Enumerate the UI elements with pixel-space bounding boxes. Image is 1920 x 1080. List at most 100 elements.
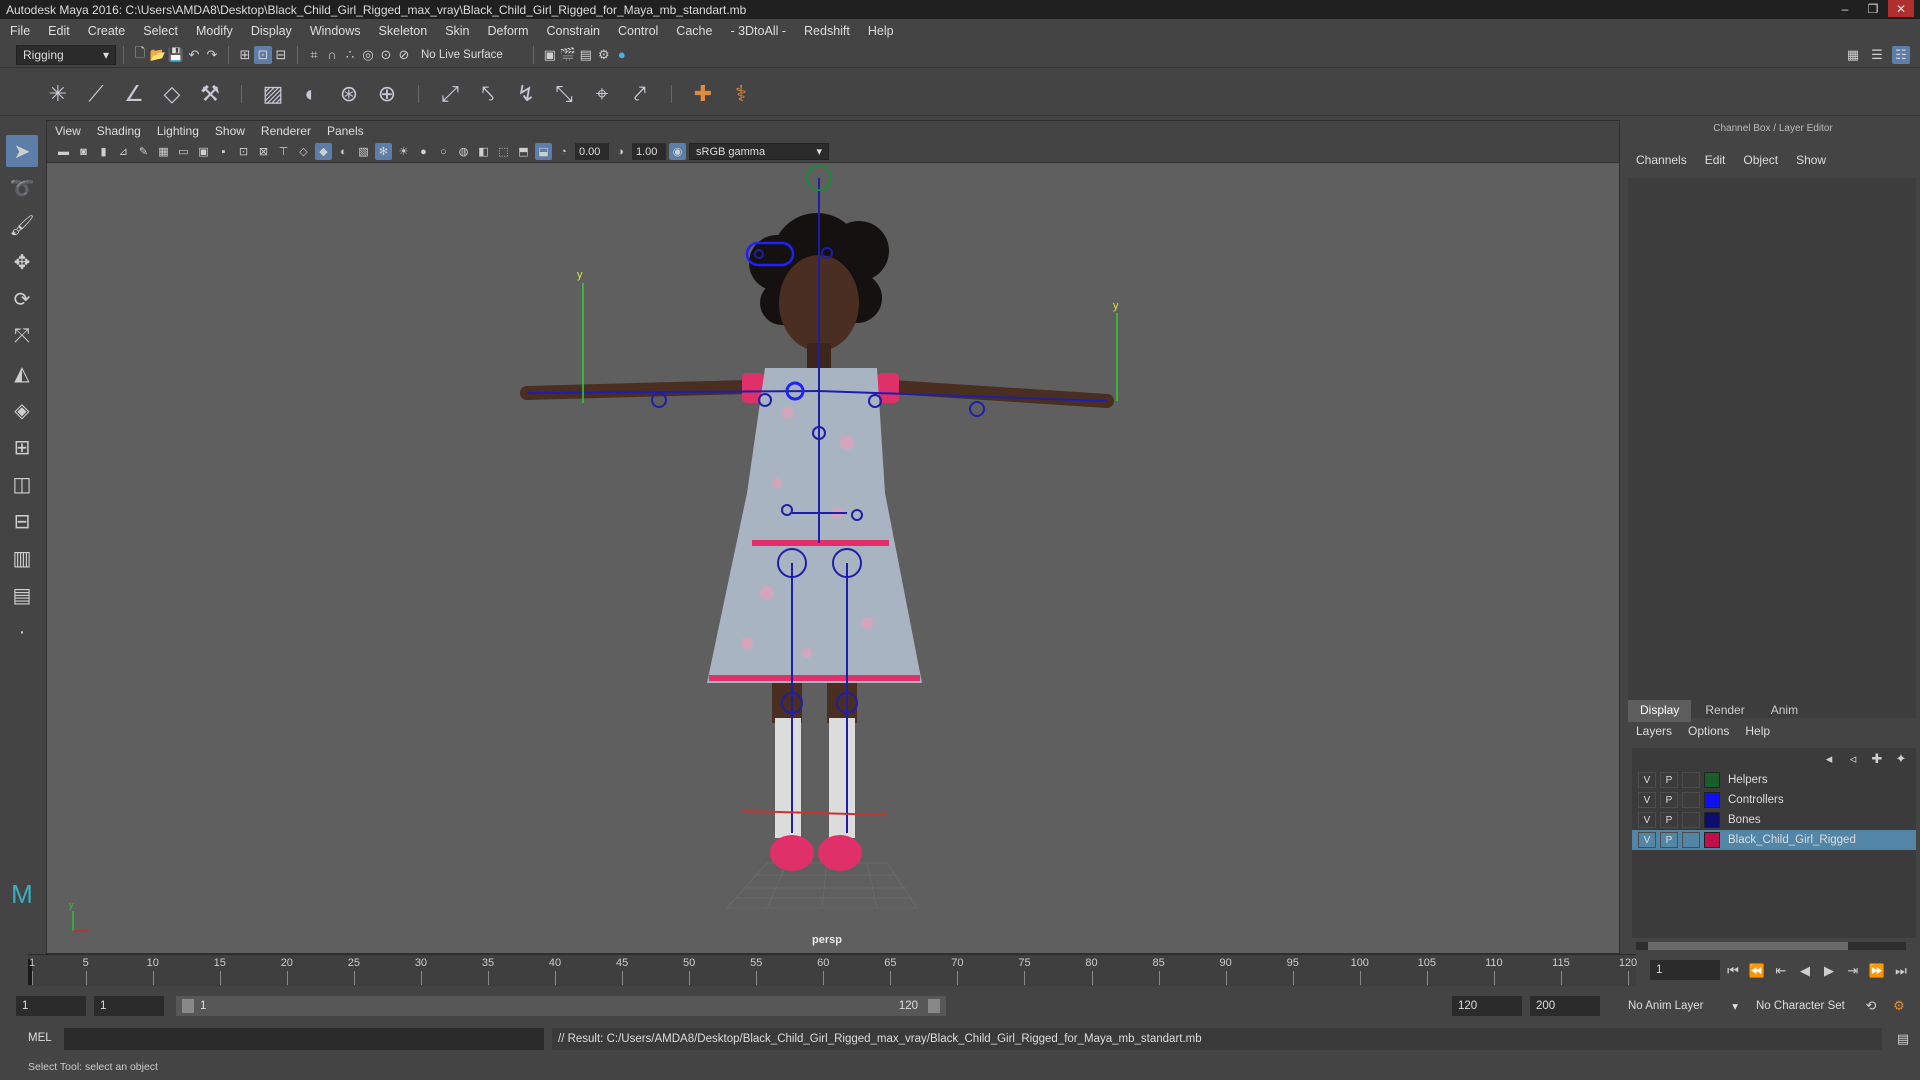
anim-layer-dropdown[interactable]: No Anim Layer ▾ <box>1622 996 1742 1016</box>
persp-outliner-icon[interactable]: ⊟ <box>6 505 38 537</box>
maximize-button[interactable]: ❐ <box>1860 0 1886 17</box>
playback-end-field[interactable]: 120 <box>1452 996 1522 1016</box>
wireframe-icon[interactable]: ◇ <box>295 143 312 160</box>
panel-menu-show[interactable]: Show <box>215 124 245 138</box>
move-layer-down-icon[interactable]: ◃ <box>1844 750 1862 768</box>
orient-constraint-icon[interactable]: ⤣ <box>474 80 502 108</box>
select-object-icon[interactable]: ⊡ <box>254 45 272 64</box>
tab-display[interactable]: Display <box>1628 700 1692 722</box>
more-layouts-icon[interactable]: · <box>6 616 38 648</box>
live-surface-label[interactable]: No Live Surface <box>421 49 503 61</box>
script-editor-icon[interactable]: ▤ <box>1894 1030 1912 1048</box>
menu-control[interactable]: Control <box>618 24 658 38</box>
playback-toggle[interactable]: P <box>1660 792 1678 808</box>
safe-title-icon[interactable]: ⊤ <box>275 143 292 160</box>
safe-action-icon[interactable]: ⊠ <box>255 143 272 160</box>
menu-skin[interactable]: Skin <box>445 24 469 38</box>
pole-vector-icon[interactable]: ⤤ <box>626 80 654 108</box>
visibility-toggle[interactable]: V <box>1638 832 1656 848</box>
view-transform-dropdown[interactable]: sRGB gamma ▾ <box>689 143 829 160</box>
aim-constraint-icon[interactable]: ↯ <box>512 80 540 108</box>
3d-viewport[interactable]: y y y persp <box>47 163 1619 953</box>
new-layer-icon[interactable]: ✚ <box>1868 750 1886 768</box>
menu-help[interactable]: Help <box>868 24 894 38</box>
menu-skeleton[interactable]: Skeleton <box>379 24 428 38</box>
isolate-select-icon[interactable]: ◧ <box>475 143 492 160</box>
select-component-icon[interactable]: ⊟ <box>272 46 290 64</box>
depth-peeling-icon[interactable]: ⬓ <box>535 143 552 160</box>
cb-menu-channels[interactable]: Channels <box>1636 153 1687 167</box>
panel-menu-shading[interactable]: Shading <box>97 124 141 138</box>
cb-menu-object[interactable]: Object <box>1743 153 1778 167</box>
attribute-editor-icon[interactable]: ▦ <box>1844 46 1862 64</box>
layer-row-selected[interactable]: V P Black_Child_Girl_Rigged <box>1632 830 1916 850</box>
menu-file[interactable]: File <box>10 24 30 38</box>
color-management-icon[interactable]: ◉ <box>669 143 686 160</box>
layer-row[interactable]: V P Helpers <box>1632 770 1916 790</box>
menu-display[interactable]: Display <box>251 24 292 38</box>
default-light-icon[interactable]: ◐ <box>335 143 352 160</box>
gamma-field[interactable]: 1.00 <box>632 143 666 160</box>
point-constraint-icon[interactable]: ⤢ <box>436 80 464 108</box>
layer-color-swatch[interactable] <box>1704 832 1720 848</box>
hypershade-icon[interactable]: ● <box>613 46 631 64</box>
xray-joints-icon[interactable]: ✻ <box>375 143 392 160</box>
cb-menu-show[interactable]: Show <box>1796 153 1826 167</box>
exposure-icon[interactable]: ◔ <box>555 143 572 160</box>
field-chart-icon[interactable]: ⊡ <box>235 143 252 160</box>
range-slider[interactable]: 1 120 <box>176 996 946 1016</box>
command-input[interactable] <box>64 1028 544 1050</box>
backface-icon[interactable]: ⬒ <box>515 143 532 160</box>
scale-constraint-icon[interactable]: ⤡ <box>550 80 578 108</box>
time-ruler[interactable]: 1 5 10 15 20 25 30 35 40 45 50 55 60 65 70 75 80 85 90 95 10… <box>28 954 1637 986</box>
layer-row[interactable]: V P Bones <box>1632 810 1916 830</box>
step-back-frame-icon[interactable]: ⏪ <box>1748 962 1766 980</box>
playback-toggle[interactable]: P <box>1660 772 1678 788</box>
menu-deform[interactable]: Deform <box>488 24 529 38</box>
layer-menu-options[interactable]: Options <box>1688 724 1729 738</box>
ssao-icon[interactable]: ● <box>415 143 432 160</box>
smooth-shade-icon[interactable]: ◆ <box>315 143 332 160</box>
cluster-icon[interactable]: ◇ <box>158 80 186 108</box>
open-scene-icon[interactable]: 📂 <box>149 46 167 64</box>
menu-select[interactable]: Select <box>143 24 178 38</box>
step-forward-frame-icon[interactable]: ⏩ <box>1868 962 1886 980</box>
xray-icon[interactable]: ⬚ <box>495 143 512 160</box>
grid-icon[interactable]: ▦ <box>155 143 172 160</box>
menu-edit[interactable]: Edit <box>48 24 70 38</box>
motion-blur-icon[interactable]: ○ <box>435 143 452 160</box>
bind-skin-icon[interactable]: ▨ <box>259 80 287 108</box>
channel-list-area[interactable] <box>1628 178 1916 718</box>
display-type-toggle[interactable] <box>1682 772 1700 788</box>
layer-menu-help[interactable]: Help <box>1745 724 1770 738</box>
parent-constraint-icon[interactable]: ⌖ <box>588 80 616 108</box>
gamma-icon[interactable]: ◑ <box>612 143 629 160</box>
textured-icon[interactable]: ▧ <box>355 143 372 160</box>
menu-constrain[interactable]: Constrain <box>547 24 601 38</box>
last-tool-icon[interactable]: ◭ <box>6 357 38 389</box>
animation-end-field[interactable]: 200 <box>1530 996 1600 1016</box>
menu-cache[interactable]: Cache <box>676 24 712 38</box>
display-type-toggle[interactable] <box>1682 792 1700 808</box>
select-tool-icon[interactable]: ➤ <box>6 135 38 167</box>
render-settings-icon[interactable]: ⚙ <box>595 46 613 64</box>
exposure-field[interactable]: 0.00 <box>575 143 609 160</box>
display-type-toggle[interactable] <box>1682 832 1700 848</box>
bookmark-icon[interactable]: ▮ <box>95 143 112 160</box>
two-view-icon[interactable]: ◫ <box>6 468 38 500</box>
move-layer-up-icon[interactable]: ◂ <box>1820 750 1838 768</box>
grease-pencil-icon[interactable]: ✎ <box>135 143 152 160</box>
redo-icon[interactable]: ↷ <box>203 46 221 64</box>
preferences-icon[interactable]: ⚙ <box>1890 997 1908 1015</box>
animation-start-field[interactable]: 1 <box>16 996 86 1016</box>
layer-row[interactable]: V P Controllers <box>1632 790 1916 810</box>
snap-live-icon[interactable]: ⊘ <box>395 46 413 64</box>
rotate-tool-icon[interactable]: ⟳ <box>6 283 38 315</box>
single-view-icon[interactable]: ◈ <box>6 394 38 426</box>
four-view-icon[interactable]: ⊞ <box>6 431 38 463</box>
play-backwards-icon[interactable]: ◀ <box>1796 962 1814 980</box>
tab-render[interactable]: Render <box>1693 700 1756 722</box>
resolution-gate-icon[interactable]: ▣ <box>195 143 212 160</box>
joint-tool-icon[interactable]: ✳ <box>44 80 72 108</box>
menu-redshift[interactable]: Redshift <box>804 24 850 38</box>
